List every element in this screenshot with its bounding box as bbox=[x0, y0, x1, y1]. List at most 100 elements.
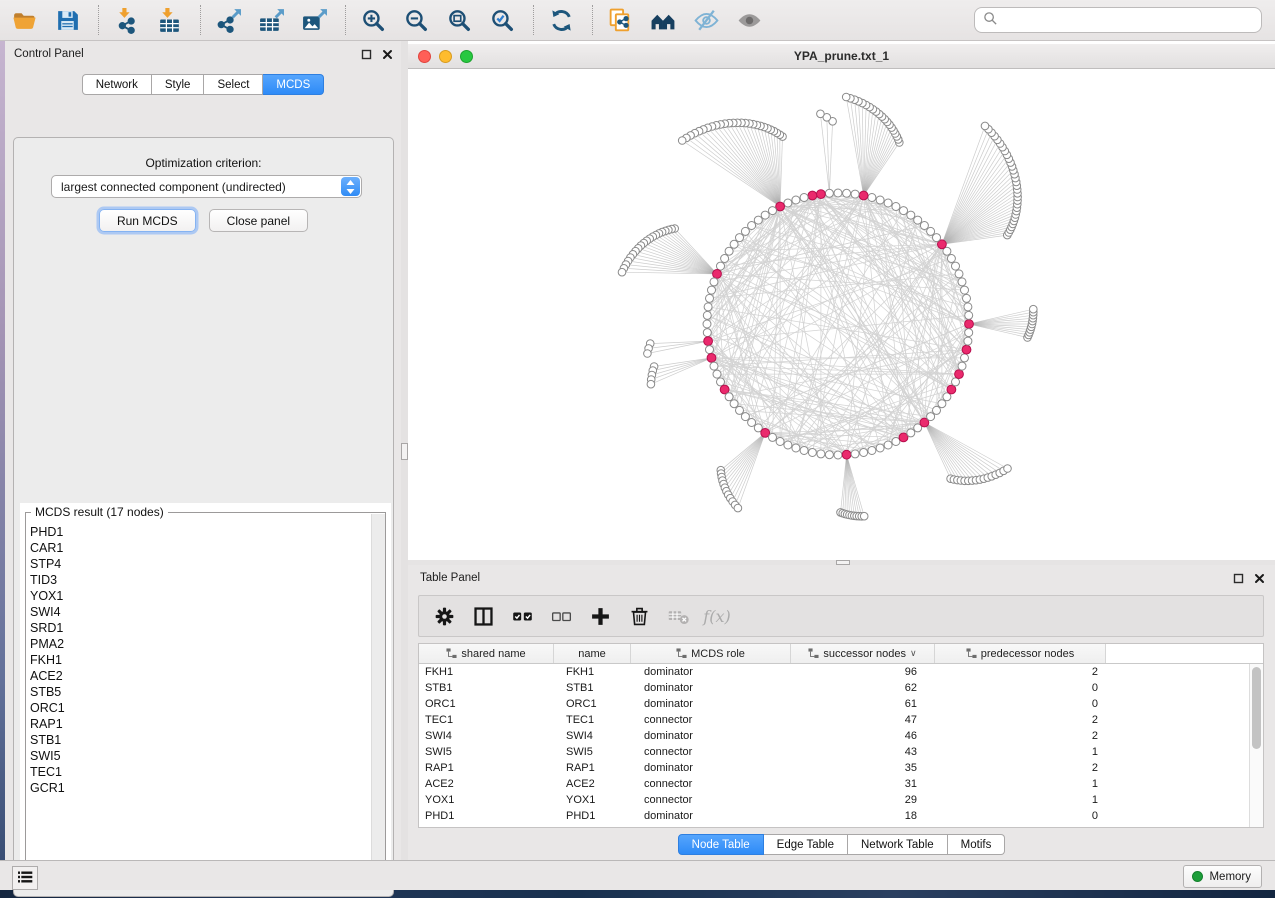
table-row[interactable]: RAP1RAP1dominator352 bbox=[419, 760, 1249, 776]
table-cell: ORC1 bbox=[419, 696, 554, 712]
mcds-result-item[interactable]: ACE2 bbox=[27, 668, 370, 684]
refresh-icon[interactable] bbox=[546, 6, 576, 34]
control-panel-title: Control Panel bbox=[14, 48, 84, 60]
table-cell: SWI4 bbox=[419, 728, 554, 744]
zoom-out-icon[interactable] bbox=[401, 6, 431, 34]
mcds-result-item[interactable]: FKH1 bbox=[27, 652, 370, 668]
table-row[interactable]: SWI4SWI4dominator462 bbox=[419, 728, 1249, 744]
node-table-scrollbar[interactable] bbox=[1249, 664, 1263, 827]
mcds-result-item[interactable]: CAR1 bbox=[27, 540, 370, 556]
close-panel-button[interactable]: Close panel bbox=[209, 209, 308, 232]
mcds-result-item[interactable]: STP4 bbox=[27, 556, 370, 572]
delete-icon[interactable] bbox=[626, 603, 652, 629]
export-image-icon[interactable] bbox=[299, 6, 329, 34]
column-header-predecessor-nodes[interactable]: predecessor nodes bbox=[935, 644, 1106, 663]
table-cell: ORC1 bbox=[554, 696, 631, 712]
table-cell: 1 bbox=[935, 744, 1106, 760]
vertical-splitter bbox=[401, 41, 408, 860]
import-table-icon[interactable] bbox=[154, 6, 184, 34]
tab-style[interactable]: Style bbox=[152, 74, 205, 95]
mcds-result-item[interactable]: SRD1 bbox=[27, 620, 370, 636]
mcds-result-item[interactable]: STB5 bbox=[27, 684, 370, 700]
column-header-MCDS-role[interactable]: MCDS role bbox=[631, 644, 791, 663]
add-icon[interactable] bbox=[587, 603, 613, 629]
zoom-fit-icon[interactable] bbox=[444, 6, 474, 34]
control-panel: Control Panel NetworkStyleSelectMCDS Opt… bbox=[5, 41, 401, 860]
table-cell: 29 bbox=[791, 792, 935, 808]
mcds-result-item[interactable]: SWI4 bbox=[27, 604, 370, 620]
mcds-result-item[interactable]: STB1 bbox=[27, 732, 370, 748]
show-all-icon[interactable] bbox=[734, 6, 764, 34]
tab-motifs[interactable]: Motifs bbox=[948, 834, 1006, 855]
mcds-result-item[interactable]: SWI5 bbox=[27, 748, 370, 764]
column-header-name[interactable]: name bbox=[554, 644, 631, 663]
table-row[interactable]: FKH1FKH1dominator962 bbox=[419, 664, 1249, 680]
zoom-in-icon[interactable] bbox=[358, 6, 388, 34]
memory-button[interactable]: Memory bbox=[1183, 865, 1262, 888]
float-panel-icon[interactable] bbox=[360, 48, 372, 60]
close-table-panel-icon[interactable] bbox=[1253, 572, 1265, 584]
table-row[interactable]: SWI5SWI5connector431 bbox=[419, 744, 1249, 760]
vertical-splitter-grip[interactable] bbox=[401, 443, 408, 460]
mcds-result-item[interactable]: RAP1 bbox=[27, 716, 370, 732]
first-neighbors-icon[interactable] bbox=[648, 6, 678, 34]
float-table-panel-icon[interactable] bbox=[1232, 572, 1244, 584]
tab-network[interactable]: Network bbox=[82, 74, 152, 95]
close-panel-icon[interactable] bbox=[381, 48, 393, 60]
table-row[interactable]: YOX1YOX1connector291 bbox=[419, 792, 1249, 808]
unselect-all-icon[interactable] bbox=[548, 603, 574, 629]
gear-icon[interactable] bbox=[431, 603, 457, 629]
hide-selected-icon[interactable] bbox=[691, 6, 721, 34]
tab-network-table[interactable]: Network Table bbox=[848, 834, 948, 855]
table-toolbar: f(x) bbox=[418, 595, 1264, 637]
select-all-icon[interactable] bbox=[509, 603, 535, 629]
search-input[interactable] bbox=[998, 10, 1261, 30]
table-cell: FKH1 bbox=[554, 664, 631, 680]
mcds-result-item[interactable]: PMA2 bbox=[27, 636, 370, 652]
table-cell: TEC1 bbox=[554, 712, 631, 728]
control-panel-header: Control Panel bbox=[5, 41, 401, 68]
tab-edge-table[interactable]: Edge Table bbox=[764, 834, 848, 855]
table-cell: FKH1 bbox=[419, 664, 554, 680]
column-header-successor-nodes[interactable]: successor nodes∨ bbox=[791, 644, 935, 663]
table-cell: STB1 bbox=[554, 680, 631, 696]
table-cell: 2 bbox=[935, 712, 1106, 728]
tab-select[interactable]: Select bbox=[204, 74, 263, 95]
table-cell: 62 bbox=[791, 680, 935, 696]
tab-node-table[interactable]: Node Table bbox=[678, 834, 764, 855]
optimization-criterion-select[interactable]: largest connected component (undirected) bbox=[51, 175, 362, 198]
mcds-result-item[interactable]: PHD1 bbox=[27, 524, 370, 540]
mcds-result-item[interactable]: ORC1 bbox=[27, 700, 370, 716]
mcds-result-scrollbar[interactable] bbox=[371, 514, 385, 878]
table-row[interactable]: ACE2ACE2connector311 bbox=[419, 776, 1249, 792]
import-network-icon[interactable] bbox=[111, 6, 141, 34]
column-type-icon bbox=[808, 648, 819, 659]
tab-mcds[interactable]: MCDS bbox=[263, 74, 324, 95]
mcds-result-item[interactable]: GCR1 bbox=[27, 780, 370, 796]
task-history-button[interactable] bbox=[12, 866, 38, 890]
table-row[interactable]: TEC1TEC1connector472 bbox=[419, 712, 1249, 728]
task-list-icon bbox=[17, 869, 33, 888]
node-table-scrollbar-thumb[interactable] bbox=[1252, 667, 1261, 749]
export-network-icon[interactable] bbox=[213, 6, 243, 34]
table-cell: 18 bbox=[791, 808, 935, 824]
column-header-shared-name[interactable]: shared name bbox=[419, 644, 554, 663]
table-cell: ACE2 bbox=[554, 776, 631, 792]
table-row[interactable]: STB1STB1dominator620 bbox=[419, 680, 1249, 696]
export-table-icon[interactable] bbox=[256, 6, 286, 34]
main-toolbar-icons bbox=[9, 5, 777, 35]
columns-icon[interactable] bbox=[470, 603, 496, 629]
zoom-selected-icon[interactable] bbox=[487, 6, 517, 34]
save-icon[interactable] bbox=[52, 6, 82, 34]
main-toolbar bbox=[0, 0, 1275, 41]
mcds-result-group: MCDS result (17 nodes) PHD1CAR1STP4TID3Y… bbox=[20, 503, 391, 884]
table-row[interactable]: PHD1PHD1dominator180 bbox=[419, 808, 1249, 824]
mcds-result-item[interactable]: YOX1 bbox=[27, 588, 370, 604]
mcds-result-item[interactable]: TID3 bbox=[27, 572, 370, 588]
table-row[interactable]: ORC1ORC1dominator610 bbox=[419, 696, 1249, 712]
mcds-result-item[interactable]: TEC1 bbox=[27, 764, 370, 780]
run-mcds-button[interactable]: Run MCDS bbox=[99, 209, 196, 232]
network-canvas[interactable] bbox=[408, 69, 1275, 560]
open-icon[interactable] bbox=[9, 6, 39, 34]
new-network-from-selection-icon[interactable] bbox=[605, 6, 635, 34]
